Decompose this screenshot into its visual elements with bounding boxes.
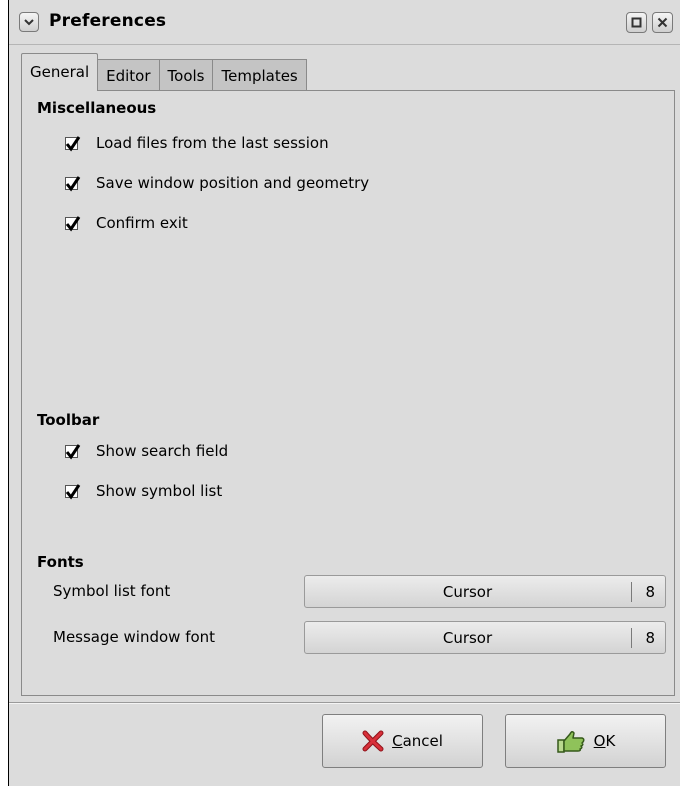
font-button-divider (631, 628, 632, 648)
checkmark-icon (65, 443, 81, 460)
symbol-list-font-size: 8 (645, 583, 655, 601)
maximize-icon (631, 17, 642, 28)
window-menu-button[interactable] (19, 12, 39, 32)
tab-tools[interactable]: Tools (158, 59, 214, 91)
cancel-label: Cancel (392, 732, 443, 750)
show-search-field-option[interactable]: Show search field (65, 442, 228, 460)
title-bar[interactable]: Preferences (9, 0, 680, 45)
window-title: Preferences (49, 11, 167, 31)
load-last-session-checkbox[interactable] (65, 135, 81, 152)
checkmark-icon (65, 215, 81, 232)
miscellaneous-heading: Miscellaneous (37, 99, 157, 117)
symbol-list-font-name: Cursor (442, 583, 493, 601)
button-area-separator (9, 702, 680, 704)
checkmark-icon (65, 135, 81, 152)
message-window-font-label: Message window font (53, 628, 216, 646)
message-window-font-name: Cursor (442, 629, 493, 647)
confirm-exit-checkbox[interactable] (65, 215, 81, 232)
ok-button[interactable]: OK (505, 714, 666, 768)
font-button-divider (631, 582, 632, 602)
show-search-field-checkbox[interactable] (65, 443, 81, 460)
cancel-button[interactable]: Cancel (322, 714, 483, 768)
close-icon (657, 17, 668, 28)
chevron-down-icon (24, 19, 34, 26)
show-symbol-list-label: Show symbol list (96, 482, 223, 500)
ok-hand-icon (556, 728, 586, 754)
tab-general[interactable]: General (21, 53, 99, 91)
toolbar-heading: Toolbar (37, 411, 100, 429)
symbol-list-font-button[interactable]: Cursor 8 (304, 575, 666, 608)
save-window-geometry-checkbox[interactable] (65, 175, 81, 192)
message-window-font-button[interactable]: Cursor 8 (304, 621, 666, 654)
cancel-x-icon (362, 730, 384, 752)
tab-templates[interactable]: Templates (212, 59, 307, 91)
maximize-button[interactable] (626, 12, 647, 33)
ok-label: OK (593, 732, 616, 750)
general-tab-panel: Miscellaneous Load files from the last s… (21, 90, 675, 696)
confirm-exit-option[interactable]: Confirm exit (65, 214, 188, 232)
confirm-exit-label: Confirm exit (96, 214, 188, 232)
show-search-field-label: Show search field (96, 442, 229, 460)
save-window-geometry-option[interactable]: Save window position and geometry (65, 174, 369, 192)
load-last-session-label: Load files from the last session (96, 134, 329, 152)
tab-bar: General Editor Tools Templates (21, 53, 307, 91)
close-button[interactable] (652, 12, 673, 33)
checkmark-icon (65, 175, 81, 192)
show-symbol-list-option[interactable]: Show symbol list (65, 482, 222, 500)
message-window-font-size: 8 (645, 629, 655, 647)
preferences-dialog: Preferences General Editor Tools Templat… (8, 0, 680, 786)
fonts-heading: Fonts (37, 553, 84, 571)
symbol-list-font-label: Symbol list font (53, 582, 171, 600)
load-last-session-option[interactable]: Load files from the last session (65, 134, 329, 152)
checkmark-icon (65, 483, 81, 500)
tab-editor[interactable]: Editor (97, 59, 160, 91)
save-window-geometry-label: Save window position and geometry (96, 174, 370, 192)
show-symbol-list-checkbox[interactable] (65, 483, 81, 500)
